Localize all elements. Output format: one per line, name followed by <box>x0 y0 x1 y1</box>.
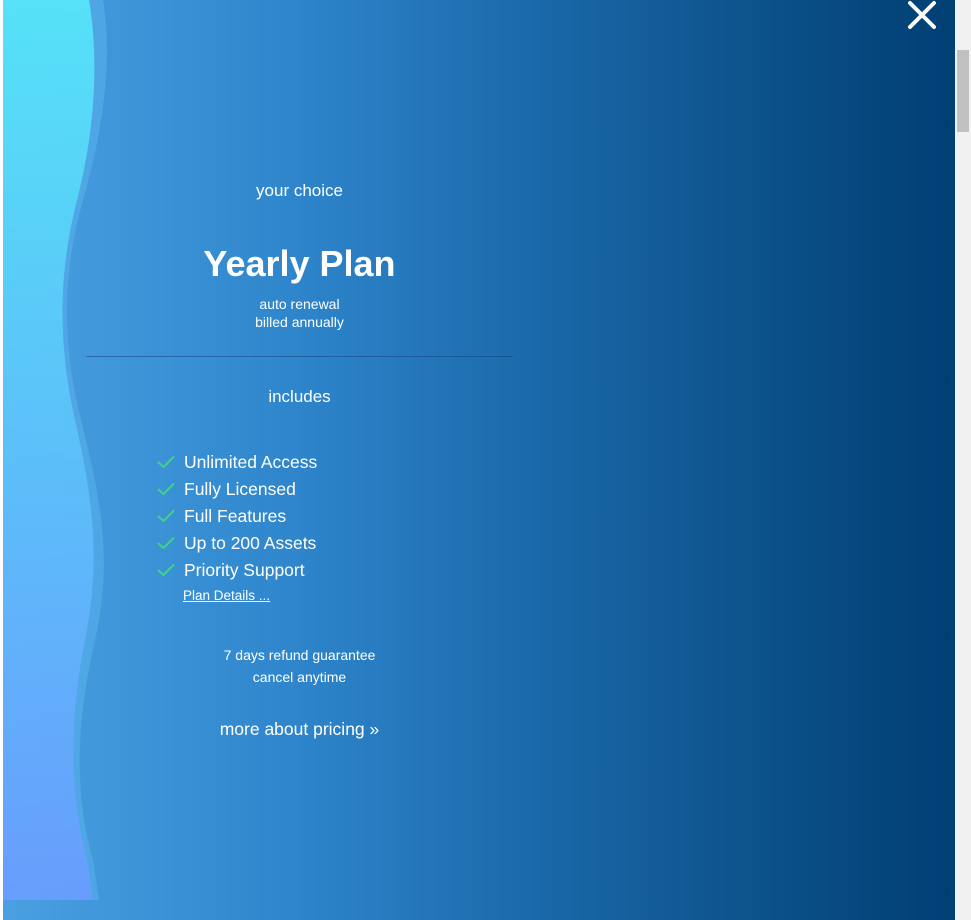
refund-guarantee-text: 7 days refund guarantee <box>223 647 376 663</box>
feature-item: Unlimited Access <box>157 448 317 475</box>
check-icon <box>157 563 175 576</box>
plan-panel: your choice Yearly Plan auto renewal bil… <box>3 0 955 920</box>
feature-label: Priority Support <box>184 559 305 580</box>
check-icon <box>157 455 175 468</box>
cancel-anytime-text: cancel anytime <box>252 669 347 685</box>
scrollbar-track[interactable] <box>955 0 971 920</box>
feature-label: Full Features <box>184 505 287 526</box>
billing-text: billed annually <box>255 314 344 330</box>
divider <box>86 356 513 357</box>
close-icon <box>908 1 936 29</box>
check-icon <box>157 509 175 522</box>
feature-list: Unlimited Access Fully Licensed Full Fea… <box>157 448 317 583</box>
feature-label: Unlimited Access <box>184 451 318 472</box>
plan-title: Yearly Plan <box>203 243 396 284</box>
close-button[interactable] <box>904 0 940 32</box>
feature-label: Up to 200 Assets <box>184 532 317 553</box>
plan-details-link[interactable]: Plan Details ... <box>183 587 270 605</box>
more-about-pricing-link[interactable]: more about pricing » <box>86 718 513 740</box>
renewal-text: auto renewal <box>259 296 340 312</box>
feature-item: Up to 200 Assets <box>157 529 317 556</box>
plan-eyebrow: your choice <box>256 181 343 200</box>
feature-label: Fully Licensed <box>184 478 296 499</box>
feature-item: Full Features <box>157 502 317 529</box>
decorative-wave <box>3 0 107 900</box>
includes-heading: includes <box>268 387 331 406</box>
check-icon <box>157 482 175 495</box>
feature-item: Priority Support <box>157 556 317 583</box>
feature-item: Fully Licensed <box>157 475 317 502</box>
check-icon <box>157 536 175 549</box>
scrollbar-thumb[interactable] <box>957 50 969 132</box>
